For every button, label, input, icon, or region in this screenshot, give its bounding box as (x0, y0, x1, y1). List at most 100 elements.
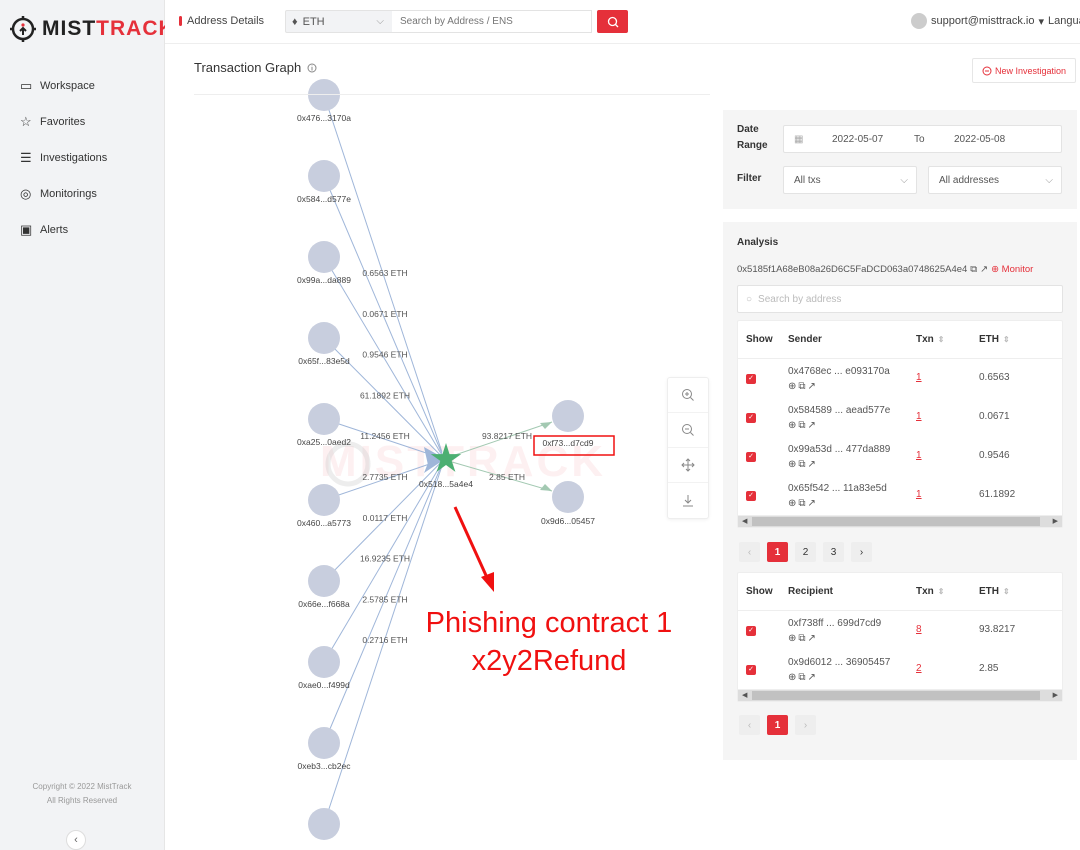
column-header[interactable]: ETH ⇕ (979, 334, 1010, 345)
show-checkbox[interactable]: ✓ (746, 374, 756, 384)
address-node (552, 400, 584, 432)
page-button[interactable]: 1 (767, 715, 788, 735)
show-checkbox[interactable]: ✓ (746, 626, 756, 636)
sort-icon[interactable]: ⇕ (938, 335, 945, 344)
info-icon[interactable] (307, 63, 317, 73)
download-button[interactable] (668, 483, 708, 518)
monitor-icon[interactable]: ⊕ (788, 420, 796, 431)
monitor-button[interactable]: ⊕ Monitor (991, 264, 1033, 275)
breadcrumb-label: Address Details (187, 15, 265, 27)
txn-count-link[interactable]: 2 (916, 663, 922, 674)
column-header-label: Sender (788, 334, 822, 345)
txn-count-link[interactable]: 1 (916, 489, 922, 500)
logo[interactable]: MISTTRACK (10, 16, 175, 42)
table-row: ✓ 0x4768ec ... e093170a ⊕ ⧉ ↗ 1 0.6563 (738, 359, 1062, 398)
topbar: Address Details ♦ ETH ⌵ support@misttrack.… (165, 0, 1080, 44)
node-label: 0x65f...83e5d (298, 356, 350, 366)
rights-text: All Rights Reserved (46, 796, 118, 805)
external-link-icon[interactable]: ↗ (808, 420, 816, 431)
sort-icon[interactable]: ⇕ (938, 587, 945, 596)
txn-count-link[interactable]: 8 (916, 624, 922, 635)
language-menu[interactable]: Langua (1048, 15, 1080, 27)
sidebar-item-favorites[interactable]: ☆ Favorites (0, 104, 164, 140)
copy-icon[interactable]: ⧉ (798, 420, 805, 431)
monitor-icon[interactable]: ⊕ (788, 672, 796, 683)
user-email: support@misttrack.io (931, 15, 1035, 27)
external-link-icon[interactable]: ↗ (808, 498, 816, 509)
eth-icon: ♦ (292, 15, 298, 28)
sort-icon[interactable]: ⇕ (1003, 335, 1010, 344)
prev-page-button[interactable]: ‹ (739, 715, 760, 735)
copy-icon[interactable]: ⧉ (798, 633, 805, 644)
zoom-in-button[interactable] (668, 378, 708, 413)
monitor-icon[interactable]: ⊕ (788, 381, 796, 392)
edge-label: 16.9235 ETH (360, 554, 410, 564)
move-icon (681, 458, 695, 472)
copy-icon[interactable]: ⧉ (970, 264, 977, 275)
sidebar-item-workspace[interactable]: ▭ Workspace (0, 68, 164, 104)
pan-button[interactable] (668, 448, 708, 483)
monitor-label: Monitor (1001, 264, 1034, 275)
sort-icon[interactable]: ⇕ (1003, 587, 1010, 596)
table-row: ✓ 0x65f542 ... 11a83e5d ⊕ ⧉ ↗ 1 61.1892 (738, 476, 1062, 515)
page-button[interactable]: 2 (795, 542, 816, 562)
column-header[interactable]: Txn ⇕ (916, 334, 944, 345)
column-header[interactable]: ETH ⇕ (979, 586, 1010, 597)
next-page-button[interactable]: › (795, 715, 816, 735)
page-button[interactable]: 3 (823, 542, 844, 562)
sidebar-item-investigations[interactable]: ☰ Investigations (0, 140, 164, 176)
edge-label: 93.8217 ETH (482, 431, 532, 441)
copy-icon[interactable]: ⧉ (798, 381, 805, 392)
monitor-icon[interactable]: ⊕ (788, 459, 796, 470)
date-range-picker[interactable]: ▦ 2022-05-07 To 2022-05-08 (783, 125, 1062, 153)
date-from[interactable]: 2022-05-07 (832, 134, 883, 145)
horizontal-scrollbar[interactable]: ◀ ▶ (738, 689, 1062, 701)
collapse-sidebar-button[interactable]: ‹ (66, 830, 86, 850)
date-to[interactable]: 2022-05-08 (954, 134, 1005, 145)
tx-filter-value: All txs (794, 174, 821, 186)
column-header[interactable]: Txn ⇕ (916, 586, 944, 597)
table-row: ✓ 0x584589 ... aead577e ⊕ ⧉ ↗ 1 0.0671 (738, 398, 1062, 437)
txn-count-link[interactable]: 1 (916, 411, 922, 422)
show-checkbox[interactable]: ✓ (746, 491, 756, 501)
external-link-icon[interactable]: ↗ (808, 459, 816, 470)
caret-down-icon: ▾ (1038, 15, 1045, 28)
external-link-icon[interactable]: ↗ (980, 264, 988, 275)
external-link-icon[interactable]: ↗ (808, 633, 816, 644)
txn-count-link[interactable]: 1 (916, 450, 922, 461)
show-checkbox[interactable]: ✓ (746, 413, 756, 423)
copy-icon[interactable]: ⧉ (798, 672, 805, 683)
column-header-label: ETH (979, 334, 999, 345)
chain-select[interactable]: ♦ ETH ⌵ (285, 10, 393, 33)
horizontal-scrollbar[interactable]: ◀ ▶ (738, 515, 1062, 527)
prev-page-button[interactable]: ‹ (739, 542, 760, 562)
monitor-icon[interactable]: ⊕ (788, 633, 796, 644)
investigation-icon (982, 66, 992, 75)
transaction-graph[interactable]: MISTTRACK0.6563 ETH0.0671 ETH0.9546 ETH6… (180, 44, 720, 850)
user-menu[interactable]: support@misttrack.io ▾ (911, 13, 1044, 29)
analysis-search-input[interactable]: ○ Search by address (737, 285, 1063, 313)
new-investigation-button[interactable]: New Investigation (972, 58, 1076, 83)
sidebar-item-alerts[interactable]: ▣ Alerts (0, 212, 164, 248)
show-checkbox[interactable]: ✓ (746, 665, 756, 675)
copy-icon[interactable]: ⧉ (798, 459, 805, 470)
filter-panel: Date Range ▦ 2022-05-07 To 2022-05-08 Fi… (723, 110, 1077, 209)
search-button[interactable] (597, 10, 628, 33)
address-search-input[interactable] (392, 10, 592, 33)
external-link-icon[interactable]: ↗ (808, 672, 816, 683)
tx-filter-select[interactable]: All txs ⌵ (783, 166, 917, 194)
next-page-button[interactable]: › (851, 542, 872, 562)
address-node (308, 241, 340, 273)
zoom-out-button[interactable] (668, 413, 708, 448)
recipient-pagination: ‹ 1 › (739, 715, 816, 735)
sidebar-item-monitorings[interactable]: ◎ Monitorings (0, 176, 164, 212)
txn-count-link[interactable]: 1 (916, 372, 922, 383)
show-checkbox[interactable]: ✓ (746, 452, 756, 462)
address-node (308, 727, 340, 759)
monitor-icon[interactable]: ⊕ (788, 498, 796, 509)
copy-icon[interactable]: ⧉ (798, 498, 805, 509)
address-filter-select[interactable]: All addresses ⌵ (928, 166, 1062, 194)
page-button[interactable]: 1 (767, 542, 788, 562)
external-link-icon[interactable]: ↗ (808, 381, 816, 392)
table-header: Show Recipient Txn ⇕ ETH ⇕ (738, 573, 1062, 611)
